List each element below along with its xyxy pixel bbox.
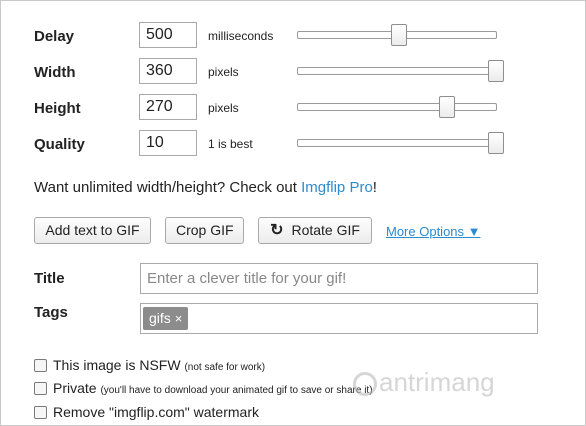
site-watermark: antrimang bbox=[353, 367, 495, 398]
quality-slider[interactable] bbox=[297, 132, 504, 154]
quality-unit: 1 is best bbox=[208, 137, 253, 151]
quality-label: Quality bbox=[34, 136, 85, 153]
title-label: Title bbox=[34, 270, 65, 287]
add-text-button[interactable]: Add text to GIF bbox=[34, 217, 151, 244]
private-option[interactable]: Private (you'll have to download your an… bbox=[34, 380, 373, 398]
nsfw-option[interactable]: This image is NSFW (not safe for work) bbox=[34, 357, 265, 375]
options-panel: Delay milliseconds Width pixels Height p… bbox=[0, 0, 586, 426]
rotate-icon: ↻ bbox=[270, 222, 284, 239]
delay-slider[interactable] bbox=[297, 24, 497, 46]
private-checkbox[interactable] bbox=[34, 381, 47, 395]
pro-promo: Want unlimited width/height? Check out I… bbox=[34, 179, 377, 196]
promo-text: Want unlimited width/height? Check out bbox=[34, 179, 302, 196]
watermark-checkbox[interactable] bbox=[34, 405, 47, 419]
height-input[interactable] bbox=[139, 94, 197, 120]
rotate-button-label: Rotate GIF bbox=[291, 222, 360, 238]
height-slider[interactable] bbox=[297, 96, 497, 118]
promo-suffix: ! bbox=[372, 179, 377, 196]
width-row: Width pixels bbox=[34, 58, 504, 86]
quality-input[interactable] bbox=[139, 130, 197, 156]
watermark-option[interactable]: Remove "imgflip.com" watermark bbox=[34, 404, 259, 422]
quality-slider-thumb[interactable] bbox=[488, 132, 504, 154]
nsfw-label: This image is NSFW bbox=[53, 357, 181, 373]
delay-unit: milliseconds bbox=[208, 29, 274, 43]
rotate-button[interactable]: ↻ Rotate GIF bbox=[258, 217, 372, 244]
watermark-text: antrimang bbox=[379, 367, 495, 397]
watermark-label: Remove "imgflip.com" watermark bbox=[53, 404, 259, 420]
width-slider-thumb[interactable] bbox=[488, 60, 504, 82]
quality-row: Quality 1 is best bbox=[34, 130, 504, 158]
height-row: Height pixels bbox=[34, 94, 504, 122]
width-input[interactable] bbox=[139, 58, 197, 84]
height-slider-thumb[interactable] bbox=[438, 96, 455, 118]
height-label: Height bbox=[34, 100, 81, 117]
nsfw-note: (not safe for work) bbox=[184, 362, 266, 373]
width-unit: pixels bbox=[208, 65, 239, 79]
tag-text: gifs bbox=[149, 310, 171, 326]
private-label: Private bbox=[53, 380, 97, 396]
tag-chip: gifs × bbox=[143, 307, 189, 330]
width-slider[interactable] bbox=[297, 60, 504, 82]
private-note: (you'll have to download your animated g… bbox=[100, 385, 373, 396]
more-options-link[interactable]: More Options ▼ bbox=[386, 224, 481, 239]
remove-tag-icon[interactable]: × bbox=[175, 311, 183, 326]
delay-label: Delay bbox=[34, 28, 75, 45]
watermark-logo-icon bbox=[353, 372, 377, 397]
crop-button[interactable]: Crop GIF bbox=[165, 217, 244, 244]
imgflip-pro-link[interactable]: Imgflip Pro bbox=[301, 179, 373, 196]
delay-input[interactable] bbox=[139, 22, 197, 48]
height-unit: pixels bbox=[208, 101, 239, 115]
nsfw-checkbox[interactable] bbox=[34, 358, 47, 372]
tags-label: Tags bbox=[34, 304, 68, 321]
title-input[interactable] bbox=[140, 263, 538, 294]
delay-slider-thumb[interactable] bbox=[391, 24, 408, 46]
tags-input[interactable]: gifs × bbox=[140, 303, 538, 334]
width-label: Width bbox=[34, 64, 76, 81]
delay-row: Delay milliseconds bbox=[34, 22, 504, 50]
